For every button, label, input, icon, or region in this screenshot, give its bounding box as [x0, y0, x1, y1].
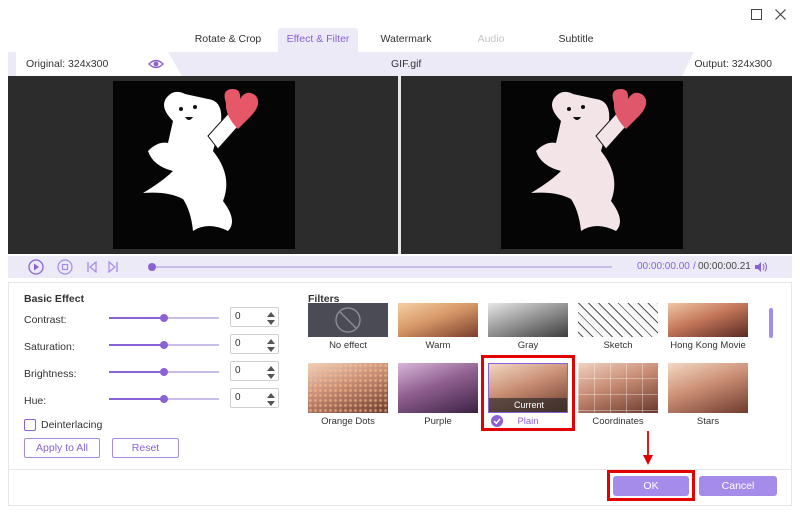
contrast-value[interactable]: 0: [235, 311, 241, 322]
decrement-icon[interactable]: [267, 318, 275, 326]
title-bar: [0, 0, 800, 28]
decrement-icon[interactable]: [267, 372, 275, 380]
brightness-label: Brightness:: [24, 368, 77, 380]
filters-scrollbar[interactable]: [769, 308, 773, 338]
saturation-slider-handle[interactable]: [160, 341, 168, 349]
filter-no-effect[interactable]: No effect: [308, 303, 388, 351]
original-size: Original: 324x300: [26, 58, 109, 70]
filter-hong-kong-movie[interactable]: Hong Kong Movie: [668, 303, 748, 351]
hue-slider[interactable]: [109, 395, 219, 403]
saturation-stepper[interactable]: 0: [230, 334, 279, 354]
hue-value[interactable]: 0: [235, 392, 241, 403]
filter-name: Stars: [696, 416, 720, 427]
contrast-stepper[interactable]: 0: [230, 307, 279, 327]
increment-icon[interactable]: [267, 364, 275, 372]
filter-name: Orange Dots: [321, 416, 375, 427]
ok-button[interactable]: OK: [613, 476, 689, 496]
preview-area: [8, 76, 792, 254]
tab-effect-filter[interactable]: Effect & Filter: [278, 28, 358, 52]
filter-name: Warm: [425, 340, 451, 351]
tab-audio: Audio: [477, 33, 505, 45]
increment-icon[interactable]: [267, 391, 275, 399]
filter-name: No effect: [329, 340, 367, 351]
filter-name: Sketch: [603, 340, 633, 351]
maximize-icon[interactable]: [748, 6, 764, 22]
next-frame-icon[interactable]: [105, 259, 121, 275]
tab-subtitle[interactable]: Subtitle: [548, 28, 604, 52]
brightness-stepper[interactable]: 0: [230, 361, 279, 381]
tab-bar: Rotate & Crop Effect & Filter Watermark …: [0, 28, 800, 52]
reset-button[interactable]: Reset: [112, 438, 179, 458]
filter-gray[interactable]: Gray: [488, 303, 568, 351]
decrement-icon[interactable]: [267, 345, 275, 353]
previous-frame-icon[interactable]: [84, 259, 100, 275]
deinterlacing-label: Deinterlacing: [41, 419, 103, 431]
filter-name: Gray: [517, 340, 539, 351]
time-separator: /: [693, 261, 696, 272]
arrow-down-icon: [643, 431, 653, 465]
saturation-value[interactable]: 0: [235, 338, 241, 349]
hue-slider-handle[interactable]: [160, 395, 168, 403]
filter-sketch[interactable]: Sketch: [578, 303, 658, 351]
filter-warm[interactable]: Warm: [398, 303, 478, 351]
saturation-slider[interactable]: [109, 341, 219, 349]
brightness-value[interactable]: 0: [235, 365, 241, 376]
info-bar: Original: 324x300 GIF.gif Output: 324x30…: [8, 52, 792, 76]
filter-stars[interactable]: Stars: [668, 363, 748, 427]
output-size: Output: 324x300: [694, 58, 772, 70]
brightness-slider-handle[interactable]: [160, 368, 168, 376]
volume-icon[interactable]: [753, 259, 769, 275]
saturation-label: Saturation:: [24, 341, 75, 353]
time-total: 00:00:00.21: [698, 261, 751, 272]
settings-panel: Basic Effect Contrast: 0 Saturation: 0 B…: [8, 282, 792, 506]
time-current: 00:00:00.00: [637, 261, 690, 272]
tab-rotate-crop[interactable]: Rotate & Crop: [188, 28, 268, 52]
contrast-slider[interactable]: [109, 314, 219, 322]
file-name: GIF.gif: [391, 58, 422, 70]
eye-icon[interactable]: [148, 58, 164, 73]
original-image: [113, 81, 295, 249]
decrement-icon[interactable]: [267, 399, 275, 407]
cancel-button[interactable]: Cancel: [699, 476, 777, 496]
stop-icon[interactable]: [57, 259, 73, 275]
output-preview: [401, 76, 791, 254]
basic-effect-title: Basic Effect: [24, 293, 85, 305]
playback-bar: 00:00:00.00 / 00:00:00.21: [8, 256, 792, 278]
deinterlacing-checkbox[interactable]: [24, 419, 36, 431]
tab-watermark[interactable]: Watermark: [370, 28, 442, 52]
increment-icon[interactable]: [267, 337, 275, 345]
filter-purple[interactable]: Purple: [398, 363, 478, 427]
increment-icon[interactable]: [267, 310, 275, 318]
hue-stepper[interactable]: 0: [230, 388, 279, 408]
filter-coordinates[interactable]: Coordinates: [578, 363, 658, 427]
progress-track[interactable]: [152, 266, 612, 268]
output-image: [501, 81, 683, 249]
contrast-slider-handle[interactable]: [160, 314, 168, 322]
plain-filter-highlight: [481, 355, 575, 431]
play-icon[interactable]: [28, 259, 44, 275]
brightness-slider[interactable]: [109, 368, 219, 376]
hue-label: Hue:: [24, 395, 47, 407]
progress-handle[interactable]: [148, 263, 156, 271]
close-icon[interactable]: [772, 6, 788, 22]
original-preview: [8, 76, 398, 254]
contrast-label: Contrast:: [24, 314, 67, 326]
filter-orange-dots[interactable]: Orange Dots: [308, 363, 388, 427]
apply-to-all-button[interactable]: Apply to All: [24, 438, 100, 458]
filter-name: Hong Kong Movie: [670, 340, 746, 351]
filter-name: Coordinates: [592, 416, 644, 427]
filter-name: Purple: [424, 416, 452, 427]
